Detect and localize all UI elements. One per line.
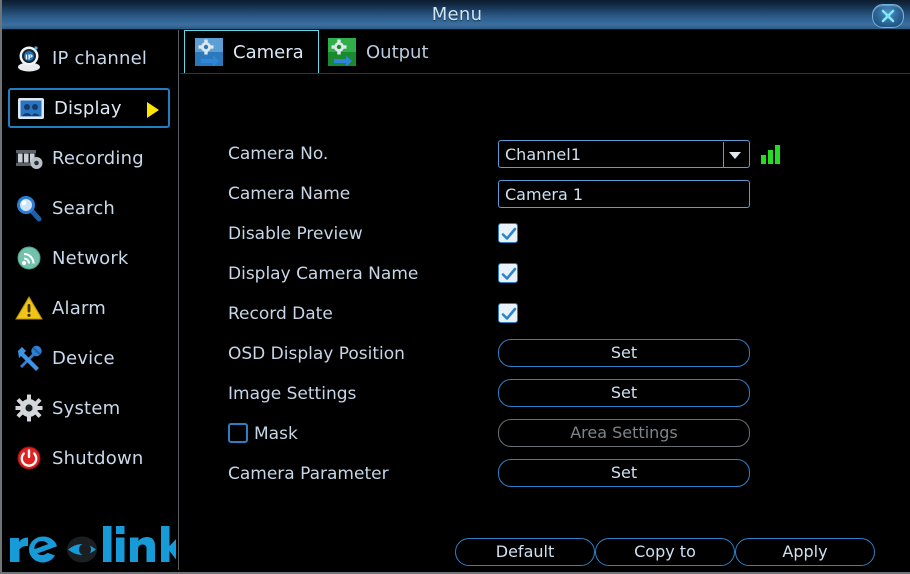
mask-checkbox[interactable]	[228, 423, 248, 443]
sidebar-item-alarm[interactable]: Alarm	[8, 288, 170, 328]
sidebar-item-label: Network	[52, 247, 129, 269]
camera-no-label: Camera No.	[228, 144, 329, 164]
sidebar-item-label: IP channel	[52, 47, 148, 69]
apply-button[interactable]: Apply	[735, 538, 875, 566]
osd-display-position-label: OSD Display Position	[228, 344, 405, 364]
copy-to-button[interactable]: Copy to	[595, 538, 735, 566]
mask-area-settings-button: Area Settings	[498, 419, 750, 447]
tab-label: Camera	[233, 41, 304, 63]
disable-preview-label: Disable Preview	[228, 224, 363, 244]
power-icon	[14, 443, 44, 473]
sidebar-item-shutdown[interactable]: Shutdown	[8, 438, 170, 478]
camera-no-select-wrap: Channel1	[498, 140, 750, 168]
display-icon	[16, 93, 46, 123]
tab-bar: Camera Output	[180, 30, 910, 74]
row-record-date: Record Date	[180, 294, 910, 334]
sidebar-item-label: Device	[52, 347, 115, 369]
sidebar-divider	[178, 30, 179, 570]
camera-name-input[interactable]: Camera 1	[498, 180, 750, 208]
sidebar-item-network[interactable]: Network	[8, 238, 170, 278]
tab-label: Output	[366, 41, 429, 63]
alarm-icon	[14, 293, 44, 323]
camera-settings-form: Camera No. Channel1 Camera Name Camera 1…	[180, 74, 910, 534]
svg-text:IP: IP	[25, 54, 33, 62]
reolink-logo	[6, 522, 188, 566]
sidebar-item-label: Search	[52, 197, 116, 219]
row-mask: Mask Area Settings	[180, 414, 910, 454]
sidebar-item-label: Alarm	[52, 297, 106, 319]
camera-no-select[interactable]: Channel1	[498, 140, 750, 168]
display-camera-name-checkbox[interactable]	[498, 263, 518, 283]
camera-parameter-set-button[interactable]: Set	[498, 459, 750, 487]
sidebar-item-label: Recording	[52, 147, 144, 169]
title-bar: Menu	[2, 0, 910, 30]
mask-label: Mask	[254, 424, 298, 444]
footer-actions: Default Copy to Apply	[180, 534, 910, 572]
camera-parameter-label: Camera Parameter	[228, 464, 389, 484]
default-button[interactable]: Default	[455, 538, 595, 566]
content-panel: Camera Output Camera No. Channel1 Camera…	[180, 30, 910, 572]
chevron-right-icon	[147, 102, 159, 118]
tab-output[interactable]: Output	[318, 30, 443, 74]
row-disable-preview: Disable Preview	[180, 214, 910, 254]
image-settings-set-button[interactable]: Set	[498, 379, 750, 407]
window-title: Menu	[431, 4, 483, 25]
camera-settings-icon	[195, 38, 223, 67]
recording-icon	[14, 143, 44, 173]
row-osd-display-position: OSD Display Position Set	[180, 334, 910, 374]
signal-strength-icon	[760, 143, 782, 165]
sidebar-item-system[interactable]: System	[8, 388, 170, 428]
row-camera-name: Camera Name Camera 1	[180, 174, 910, 214]
sidebar-item-label: Display	[54, 97, 122, 119]
device-icon	[14, 343, 44, 373]
sidebar-item-label: Shutdown	[52, 447, 144, 469]
menu-window: Menu IP IP channel Display Recording Sea…	[0, 0, 910, 574]
gear-icon	[14, 393, 44, 423]
display-camera-name-label: Display Camera Name	[228, 264, 419, 284]
camera-no-value: Channel1	[505, 145, 581, 164]
camera-name-value: Camera 1	[505, 185, 584, 204]
tab-camera[interactable]: Camera	[184, 30, 319, 74]
sidebar-item-ip-channel[interactable]: IP IP channel	[8, 38, 170, 78]
sidebar-item-label: System	[52, 397, 121, 419]
camera-name-label: Camera Name	[228, 184, 351, 204]
row-camera-no: Camera No. Channel1	[180, 134, 910, 174]
close-icon[interactable]	[872, 4, 904, 28]
row-camera-parameter: Camera Parameter Set	[180, 454, 910, 494]
osd-display-position-set-button[interactable]: Set	[498, 339, 750, 367]
sidebar: IP IP channel Display Recording Search N…	[2, 30, 188, 572]
row-image-settings: Image Settings Set	[180, 374, 910, 414]
image-settings-label: Image Settings	[228, 384, 357, 404]
row-display-camera-name: Display Camera Name	[180, 254, 910, 294]
record-date-label: Record Date	[228, 304, 333, 324]
search-icon	[14, 193, 44, 223]
sidebar-item-display[interactable]: Display	[8, 88, 170, 128]
ip-camera-icon: IP	[14, 43, 44, 73]
select-separator	[723, 142, 724, 168]
chevron-down-icon	[729, 152, 741, 159]
sidebar-item-recording[interactable]: Recording	[8, 138, 170, 178]
sidebar-item-device[interactable]: Device	[8, 338, 170, 378]
sidebar-item-search[interactable]: Search	[8, 188, 170, 228]
camera-name-input-wrap: Camera 1	[498, 180, 750, 208]
output-settings-icon	[328, 38, 356, 67]
record-date-checkbox[interactable]	[498, 303, 518, 323]
network-icon	[14, 243, 44, 273]
disable-preview-checkbox[interactable]	[498, 223, 518, 243]
